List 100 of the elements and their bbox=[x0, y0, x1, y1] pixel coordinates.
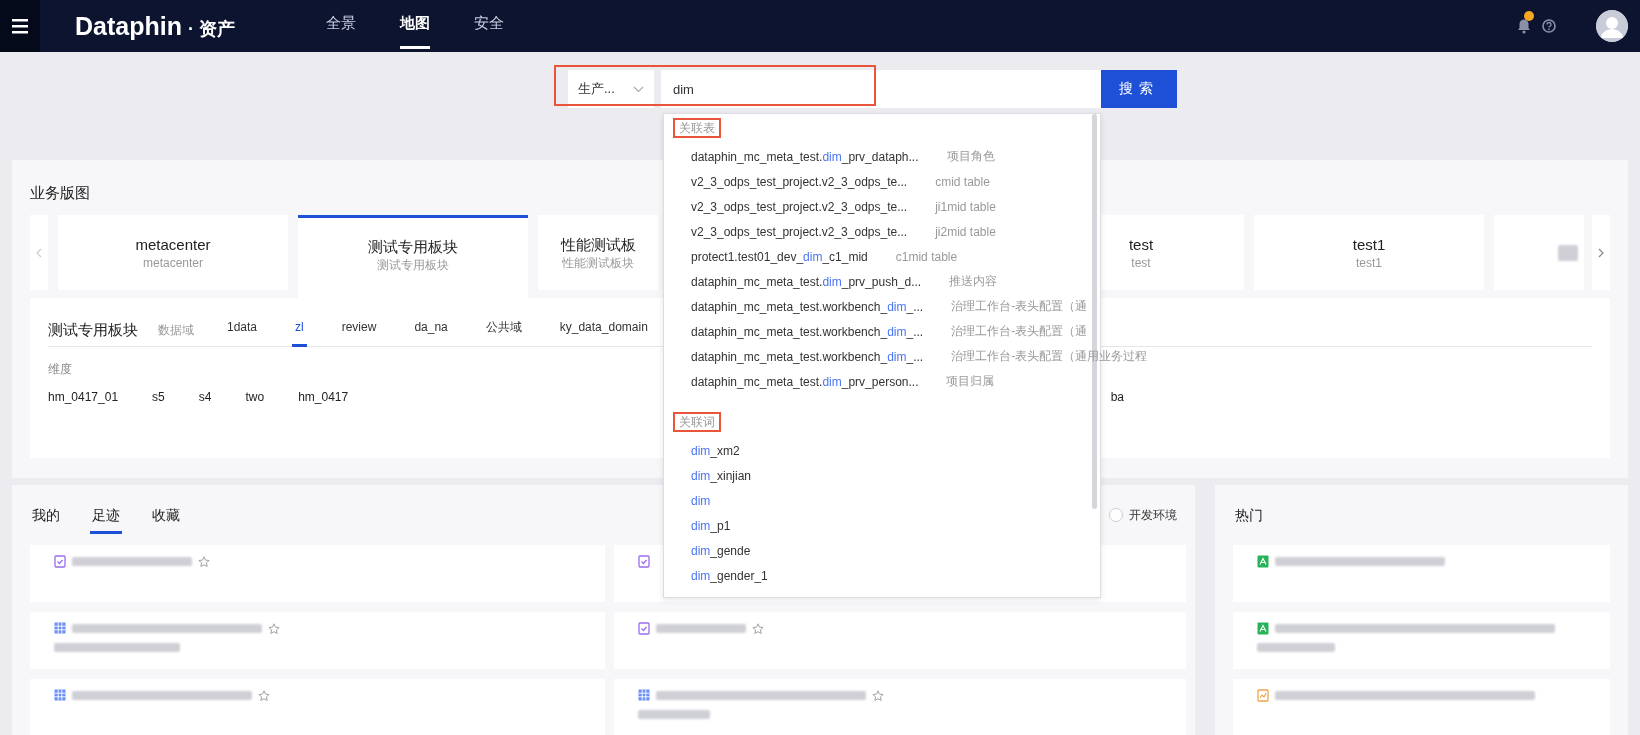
suggestion-item[interactable]: dataphin_mc_meta_test.dim_prv_push_d... bbox=[691, 274, 922, 289]
card-title: metacenter bbox=[135, 234, 211, 255]
radio-circle[interactable] bbox=[1109, 508, 1123, 522]
suggestion-item[interactable]: protect1.test01_dev_dim_c1_mid bbox=[691, 249, 868, 264]
table-description: 治理工作台-表头配置（通 bbox=[951, 298, 1088, 315]
suggestion-item[interactable]: dim_gende bbox=[691, 543, 751, 558]
table-description: 项目归属 bbox=[946, 373, 995, 390]
nav-tab[interactable]: 安全 bbox=[474, 0, 504, 49]
radio-button[interactable]: 开发环境 bbox=[1109, 506, 1177, 524]
tab[interactable]: 足迹 bbox=[90, 496, 122, 534]
table-description: 推送内容 bbox=[949, 273, 998, 290]
group-label: 关联表 bbox=[673, 118, 721, 138]
dimension-link[interactable]: s5 bbox=[152, 390, 165, 404]
checklist-icon bbox=[638, 621, 650, 635]
tab[interactable]: 我的 bbox=[30, 496, 62, 534]
table-description: 治理工作台-表头配置（通用业务过程 bbox=[951, 348, 1148, 365]
blurred-text bbox=[1558, 244, 1578, 261]
grid-icon bbox=[638, 689, 650, 701]
tab[interactable]: 收藏 bbox=[150, 496, 182, 534]
suggestion-item[interactable]: dim_xinjian bbox=[691, 468, 752, 483]
suggestion-item[interactable]: dataphin_mc_meta_test.workbench_dim_... bbox=[691, 349, 924, 364]
domain-tab[interactable]: review bbox=[338, 313, 380, 347]
menu-button[interactable] bbox=[0, 0, 40, 52]
document-icon bbox=[1257, 621, 1269, 635]
asset-card[interactable] bbox=[1233, 679, 1610, 735]
card-title: 性能测试板 bbox=[560, 234, 636, 255]
suggestion-item[interactable]: v2_3_odps_test_project.v2_3_odps_te... bbox=[691, 174, 908, 189]
card-title: 测试专用板块 bbox=[368, 237, 458, 257]
table-description: 治理工作台-表头配置（通 bbox=[951, 323, 1088, 340]
business-card[interactable]: 测试专用板块 测试专用板块 bbox=[298, 215, 528, 298]
document-icon bbox=[1257, 554, 1269, 568]
domain-tab[interactable]: 1data bbox=[224, 313, 261, 347]
scope-select[interactable]: 生产... bbox=[568, 70, 654, 108]
asset-card[interactable] bbox=[30, 679, 605, 735]
card-title: test bbox=[1128, 234, 1154, 255]
chevron-down-icon bbox=[633, 85, 644, 93]
search-button[interactable]: 搜索 bbox=[1101, 70, 1177, 108]
suggestion-item[interactable]: dim_p1 bbox=[691, 518, 731, 533]
next-button[interactable] bbox=[1592, 215, 1610, 290]
section-title: 热门 bbox=[1234, 506, 1264, 525]
avatar[interactable] bbox=[1596, 10, 1628, 42]
help-icon[interactable] bbox=[1542, 19, 1556, 33]
table-description: cmid table bbox=[935, 174, 990, 189]
domain-tab[interactable]: zl bbox=[292, 313, 307, 347]
asset-card[interactable] bbox=[30, 612, 605, 669]
asset-card[interactable] bbox=[614, 612, 1186, 669]
business-card[interactable]: test1 test1 bbox=[1254, 215, 1484, 290]
chevron-left-icon bbox=[36, 247, 42, 258]
star-icon[interactable] bbox=[752, 622, 764, 634]
star-icon[interactable] bbox=[268, 622, 280, 634]
dimension-link[interactable]: hm_0417_01 bbox=[48, 390, 119, 404]
nav-tab[interactable]: 地图 bbox=[400, 0, 430, 49]
field-label: 数据域 bbox=[158, 321, 194, 339]
group-label: 关联词 bbox=[673, 412, 721, 432]
table-description: ji1mid table bbox=[935, 199, 996, 214]
nav-tab[interactable]: 全景 bbox=[326, 0, 356, 49]
business-card[interactable]: 性能测试板 性能测试板块 bbox=[538, 215, 658, 290]
business-card[interactable]: test test bbox=[1098, 215, 1244, 290]
card-title: test1 bbox=[1352, 234, 1386, 255]
card-subtitle: 测试专用板块 bbox=[377, 257, 449, 273]
suggestion-item[interactable]: dataphin_mc_meta_test.workbench_dim_... bbox=[691, 324, 924, 339]
asset-card[interactable] bbox=[1233, 612, 1610, 669]
table-description: c1mid table bbox=[895, 249, 958, 264]
dimension-link[interactable]: ba bbox=[1110, 390, 1124, 404]
card-subtitle: test1 bbox=[1356, 254, 1382, 271]
asset-card[interactable] bbox=[614, 679, 1186, 735]
detail-title: 测试专用板块 bbox=[48, 320, 138, 340]
star-icon[interactable] bbox=[258, 689, 270, 701]
card-subtitle: test bbox=[1131, 254, 1151, 271]
card-subtitle: metacenter bbox=[143, 254, 203, 271]
search-field[interactable]: dim bbox=[661, 70, 1101, 108]
dimension-link[interactable]: s4 bbox=[198, 390, 212, 404]
previous-button[interactable] bbox=[30, 215, 48, 290]
asset-card[interactable] bbox=[1233, 545, 1610, 602]
dimension-link[interactable]: two bbox=[245, 390, 265, 404]
domain-tab[interactable]: ky_data_domain bbox=[556, 313, 651, 347]
business-card[interactable] bbox=[1494, 215, 1584, 290]
table-description: ji2mid table bbox=[935, 224, 996, 239]
star-icon[interactable] bbox=[872, 689, 884, 701]
table-description: 项目角色 bbox=[946, 148, 995, 165]
domain-tab[interactable]: 公共域 bbox=[482, 313, 525, 347]
suggestion-item[interactable]: dim bbox=[691, 493, 711, 508]
field-label: 维度 bbox=[48, 361, 73, 378]
suggestion-item[interactable]: dim_xm2 bbox=[691, 443, 740, 458]
bell-icon[interactable] bbox=[1516, 18, 1532, 34]
dimension-link[interactable]: hm_0417 bbox=[298, 390, 349, 404]
star-icon[interactable] bbox=[198, 555, 210, 567]
suggestion-item[interactable]: dim_gender_1 bbox=[691, 568, 768, 583]
suggestion-item[interactable]: dataphin_mc_meta_test.workbench_dim_... bbox=[691, 299, 924, 314]
checklist-icon bbox=[638, 554, 650, 568]
suggestion-item[interactable]: v2_3_odps_test_project.v2_3_odps_te... bbox=[691, 199, 908, 214]
suggestion-item[interactable]: dataphin_mc_meta_test.dim_prv_dataph... bbox=[691, 149, 919, 164]
asset-card[interactable] bbox=[30, 545, 605, 602]
domain-tab[interactable]: da_na bbox=[411, 313, 451, 347]
suggestion-item[interactable]: v2_3_odps_test_project.v2_3_odps_te... bbox=[691, 224, 908, 239]
suggestion-item[interactable]: dataphin_mc_meta_test.dim_prv_person... bbox=[691, 374, 919, 389]
section-title: 业务版图 bbox=[30, 183, 90, 203]
business-card[interactable]: metacenter metacenter bbox=[58, 215, 288, 290]
chevron-right-icon bbox=[1598, 247, 1604, 258]
menu-icon bbox=[10, 16, 30, 36]
